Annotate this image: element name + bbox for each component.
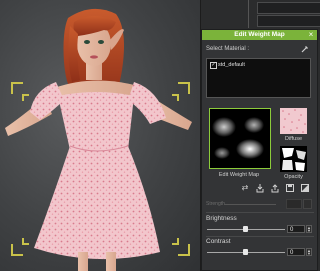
brightness-slider-thumb[interactable]: [243, 226, 248, 232]
material-name: std_default: [218, 62, 245, 68]
strength-slider: [224, 204, 276, 205]
export-icon: [271, 184, 279, 193]
dialog-title-bar[interactable]: Edit Weight Map: [202, 30, 317, 40]
material-picker-button[interactable]: [300, 44, 310, 53]
view-frame-corner: [11, 244, 23, 256]
strength-label: Strength: [206, 201, 225, 207]
strength-spinner: [303, 199, 312, 209]
strength-field: [286, 199, 302, 209]
diffuse-texture-image: [280, 108, 307, 134]
weight-map-label: Edit Weight Map: [218, 172, 260, 178]
material-list[interactable]: ✓ std_default: [206, 58, 311, 98]
view-frame-corner: [178, 244, 190, 256]
brightness-spinner[interactable]: ▲ ▼: [306, 225, 312, 233]
panel-field: [257, 15, 320, 27]
edit-weight-map-dialog: Edit Weight Map × Select Material : ✓ st…: [201, 29, 318, 271]
viewport-3d[interactable]: [0, 0, 200, 271]
strength-row: Strength: [206, 199, 314, 209]
panel-divider: [248, 0, 249, 28]
save-icon: [286, 184, 294, 192]
brightness-slider[interactable]: [207, 226, 285, 232]
load-icon: [256, 184, 264, 193]
brightness-value-field[interactable]: 0: [287, 225, 305, 233]
weight-map-image: [210, 109, 270, 168]
opacity-label: Opacity: [284, 174, 303, 180]
divider: [206, 212, 314, 213]
spin-down-icon: ▼: [307, 251, 311, 256]
contrast-slider[interactable]: [207, 249, 285, 255]
panel-field: [257, 2, 320, 14]
export-button[interactable]: [270, 183, 280, 193]
divider: [206, 236, 314, 237]
spin-down-icon: ▼: [307, 228, 311, 233]
contrast-label: Contrast: [206, 238, 231, 245]
contrast-value-field[interactable]: 0: [287, 248, 305, 256]
dialog-title: Edit Weight Map: [234, 31, 285, 38]
brightness-label: Brightness: [206, 215, 237, 222]
load-button[interactable]: [255, 183, 265, 193]
view-frame-corner: [172, 238, 179, 245]
swap-button[interactable]: ⇄: [240, 183, 250, 193]
view-frame-corner: [172, 94, 179, 101]
material-checkbox[interactable]: ✓: [210, 62, 217, 69]
material-list-item[interactable]: ✓ std_default: [209, 61, 245, 69]
close-icon: ×: [308, 30, 314, 39]
invert-button[interactable]: [300, 183, 310, 193]
select-material-label: Select Material :: [206, 46, 250, 52]
swap-icon: ⇄: [241, 183, 249, 192]
invert-icon: [301, 184, 309, 192]
weight-map-thumbnail[interactable]: [209, 108, 271, 169]
eyedropper-icon: [301, 46, 308, 53]
contrast-spinner[interactable]: ▲ ▼: [306, 248, 312, 256]
close-button[interactable]: ×: [307, 31, 315, 39]
contrast-slider-thumb[interactable]: [243, 249, 248, 255]
opacity-texture-image: [280, 146, 307, 172]
opacity-thumbnail[interactable]: [280, 146, 307, 172]
character-model[interactable]: [0, 0, 200, 271]
save-button[interactable]: [285, 183, 295, 193]
diffuse-thumbnail[interactable]: [280, 108, 307, 134]
diffuse-label: Diffuse: [284, 136, 303, 142]
view-frame-corner: [22, 238, 29, 245]
view-frame-corner: [178, 82, 190, 94]
view-frame-corner: [22, 94, 29, 101]
view-frame-corner: [11, 82, 23, 94]
